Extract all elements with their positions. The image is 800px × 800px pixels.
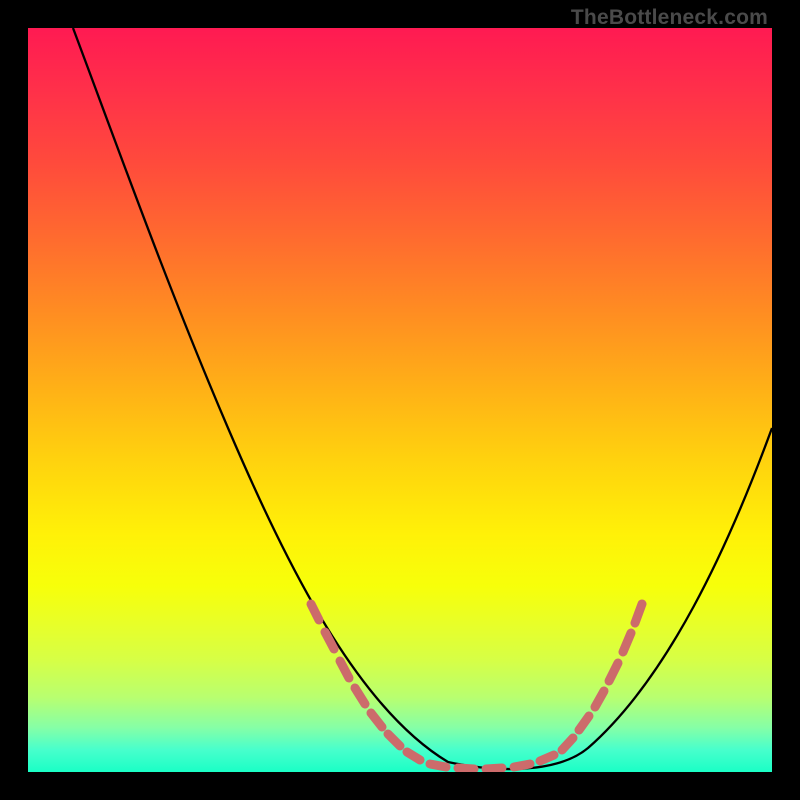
- watermark-text: TheBottleneck.com: [571, 6, 768, 30]
- curve-path: [73, 28, 772, 769]
- chart-frame: TheBottleneck.com: [0, 0, 800, 800]
- chart-plot-area: [28, 28, 772, 772]
- bottleneck-curve-svg: [28, 28, 772, 772]
